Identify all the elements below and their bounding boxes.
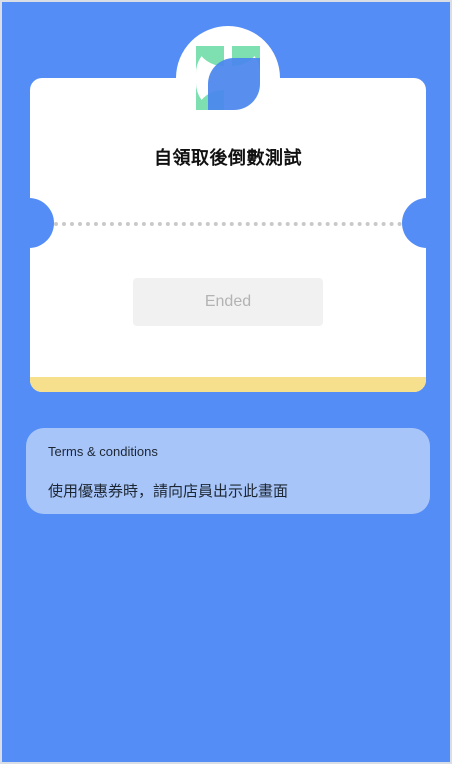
- coupon-accent-bar: [30, 377, 426, 392]
- terms-heading: Terms & conditions: [48, 444, 158, 459]
- coupon-page: 自領取後倒數測試 Ended Terms & conditions 使用優惠券時…: [0, 0, 452, 764]
- terms-card: Terms & conditions 使用優惠券時，請向店員出示此畫面: [26, 428, 430, 514]
- perforation-divider: [54, 222, 402, 226]
- coupon-notch-right: [402, 198, 450, 248]
- coupon-title: 自領取後倒數測試: [154, 148, 302, 169]
- brand-logo-icon: [195, 46, 261, 110]
- terms-body: 使用優惠券時，請向店員出示此畫面: [48, 482, 289, 500]
- coupon-notch-left: [4, 198, 54, 248]
- ended-button[interactable]: Ended: [133, 278, 323, 326]
